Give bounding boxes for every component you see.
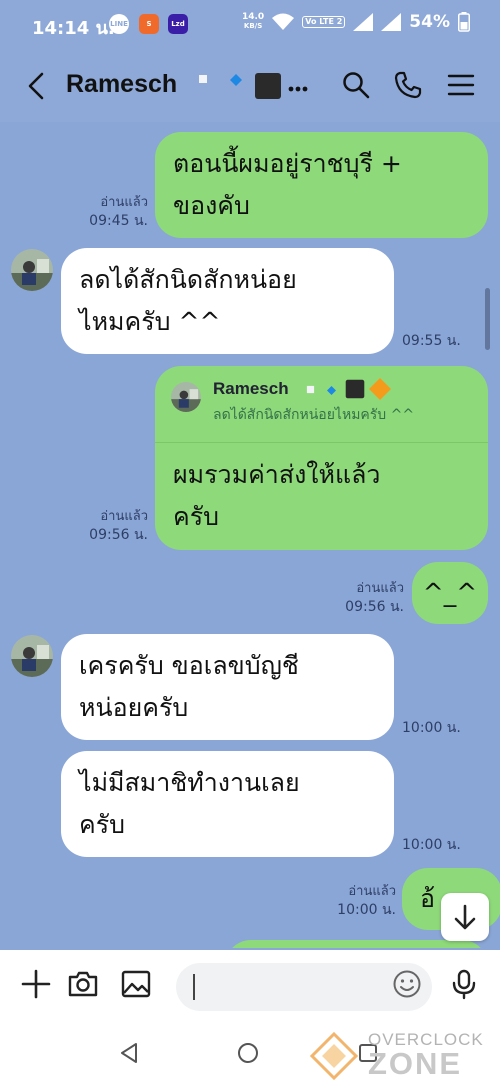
message-meta: อ่านแล้ว 09:45 น. [89,195,148,229]
orange-diamond-icon [369,378,391,400]
reply-quote-text: ลดได้สักนิดสักหน่อยไหมครับ ^^ [213,407,415,423]
phone-icon[interactable] [393,70,423,100]
scrollbar[interactable] [485,288,490,350]
reply-avatar [171,382,201,412]
message-bubble-outgoing[interactable]: ^_^ [412,562,488,624]
message-bubble-incoming[interactable]: ลดได้สักนิดสักหน่อย ไหมครับ ^^ [61,248,394,354]
search-icon[interactable] [341,70,371,100]
reply-divider [155,442,488,443]
overclockzone-logo [310,1032,358,1080]
avatar[interactable] [11,635,53,677]
battery-percent: 54% [409,12,450,32]
message-bubble-incoming[interactable]: ไม่มีสมาชิทำงานเลย ครับ [61,751,394,857]
reply-message-text: ผมรวมค่าส่งให้แล้ว ครับ [173,460,381,531]
message-time: 10:00 น. [402,720,461,736]
black-square-icon [345,379,365,399]
white-square-icon [306,385,315,394]
black-square-icon [255,73,281,99]
message-bubble-outgoing[interactable]: ตอนนี้ผมอยู่ราชบุรี + ของคับ [155,132,488,238]
message-bubble-incoming[interactable]: เครครับ ขอเลขบัญชี หน่อยครับ [61,634,394,740]
message-time: 09:55 น. [402,333,461,349]
signal-icon-2 [381,13,402,31]
battery-icon [458,12,470,32]
scroll-to-bottom-button[interactable] [441,893,489,941]
message-time: 10:00 น. [402,837,461,853]
image-icon[interactable] [120,968,152,1000]
status-bar: 14:14 น. LINE S Lzd 14.0 KB/S Vo LTE 2 5… [0,0,500,50]
back-nav-icon[interactable] [118,1042,140,1064]
arrow-down-icon [454,904,476,930]
reply-sender-name: Ramesch [213,379,289,398]
menu-icon[interactable] [446,70,476,100]
blue-diamond-icon [230,74,242,86]
back-icon[interactable] [22,70,50,102]
lazada-notification-icon: Lzd [168,14,188,34]
watermark-line2: ZONE [368,1046,463,1081]
message-meta: อ่านแล้ว 09:56 น. [345,581,404,615]
message-composer [0,950,500,1022]
text-caret [193,974,195,1000]
avatar[interactable] [11,249,53,291]
system-navigation-bar: OVERCLOCK ZONE [0,1022,500,1083]
message-meta: อ่านแล้ว 09:56 น. [89,509,148,543]
chat-area[interactable]: ตอนนี้ผมอยู่ราชบุรี + ของคับ อ่านแล้ว 09… [0,122,500,948]
line-notification-icon: LINE [109,14,129,34]
wifi-icon [272,13,295,30]
net-speed: 14.0 KB/S [241,12,265,31]
camera-icon[interactable] [67,968,99,1000]
blue-diamond-icon [327,386,336,395]
watermark: OVERCLOCK ZONE [310,1026,500,1082]
white-square-icon [199,75,207,83]
microphone-icon[interactable] [448,968,480,1000]
message-bubble-partial[interactable] [225,940,488,948]
chat-header: Ramesch [0,50,500,122]
message-bubble-reply[interactable]: Ramesch ลดได้สักนิดสักหน่อยไหมครับ ^^ ผม… [155,366,488,550]
chat-title[interactable]: Ramesch [66,70,177,99]
plus-icon[interactable] [20,968,52,1000]
shopee-notification-icon: S [139,14,159,34]
home-nav-icon[interactable] [237,1042,259,1064]
emoji-icon[interactable] [391,968,423,1000]
status-indicators: 14.0 KB/S Vo LTE 2 54% [242,12,470,32]
signal-icon [353,13,374,31]
network-type: Vo LTE 2 [302,16,346,28]
message-meta: อ่านแล้ว 10:00 น. [337,884,396,918]
status-time: 14:14 น. [32,18,115,39]
ellipsis-icon [288,86,308,92]
